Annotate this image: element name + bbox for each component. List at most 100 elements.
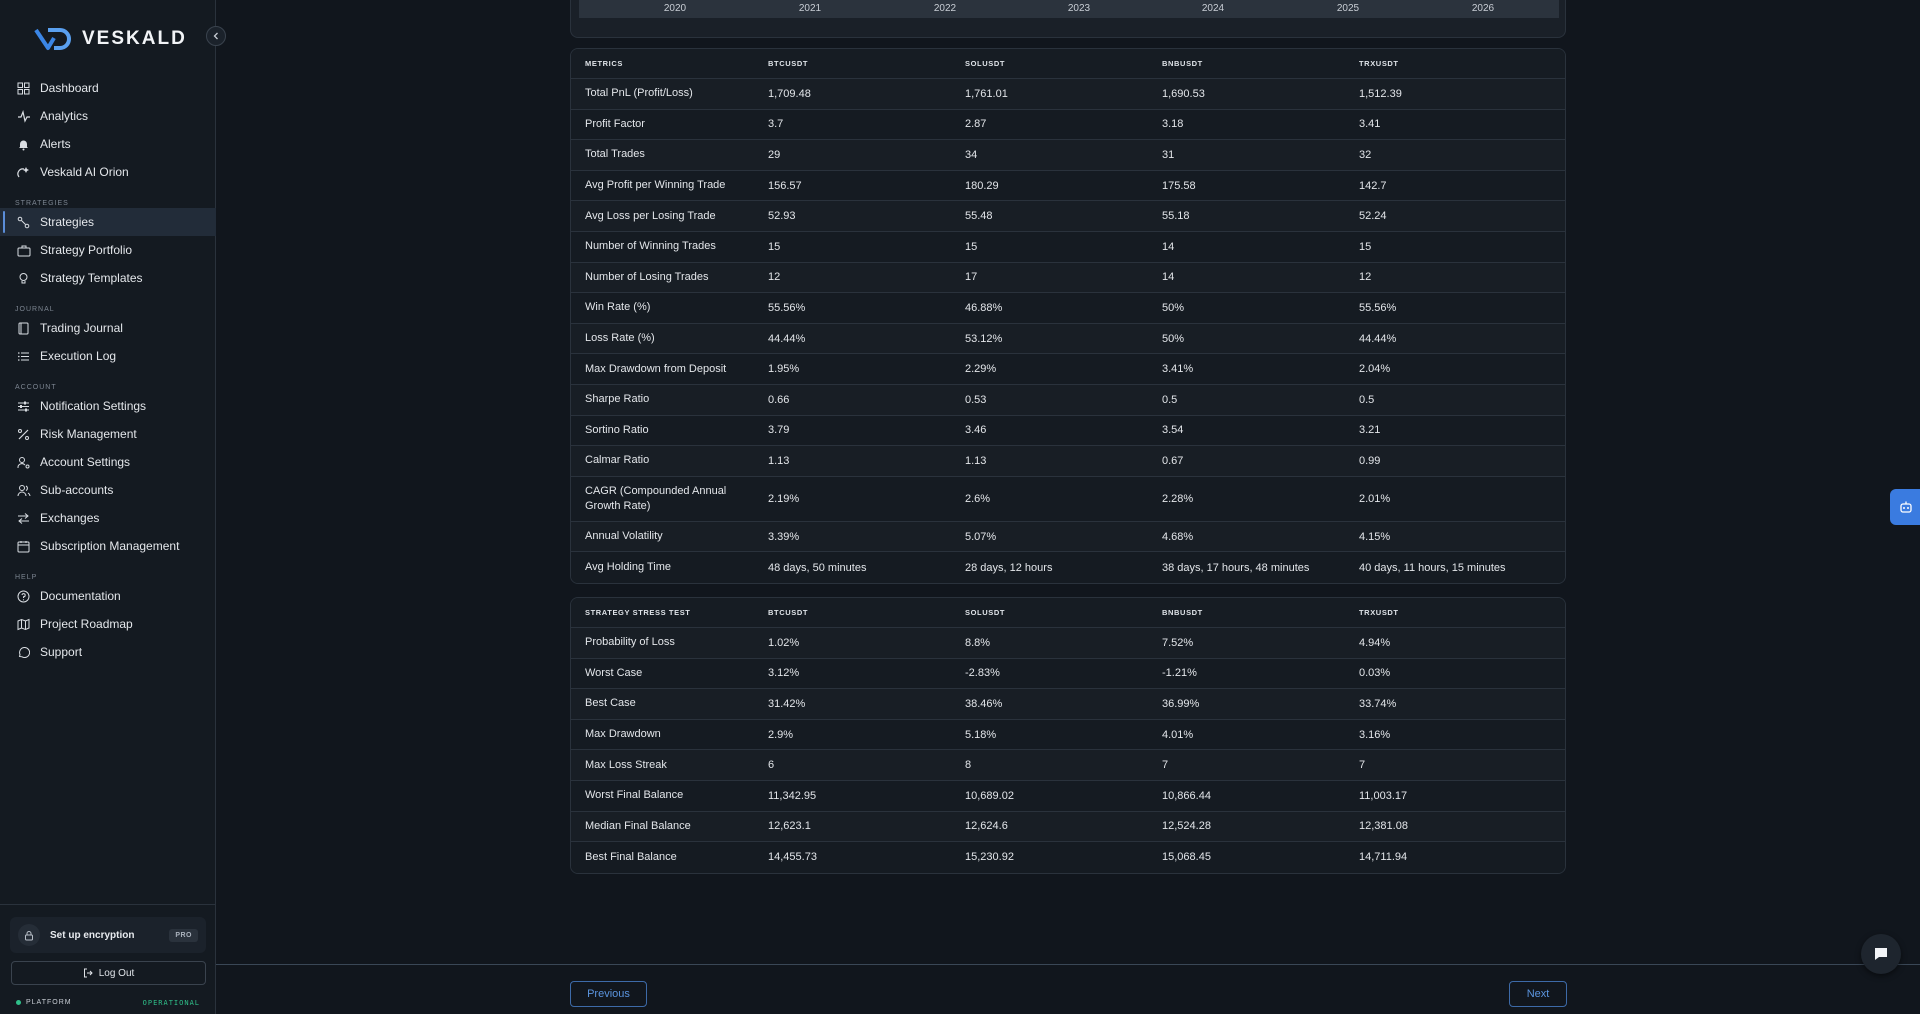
sidebar-item-alerts[interactable]: Alerts	[0, 130, 216, 158]
table-cell: 2.19%	[768, 492, 800, 505]
table-cell: 3.79	[768, 424, 790, 437]
setup-encryption-button[interactable]: Set up encryption PRO	[10, 917, 206, 953]
sidebar-item-subscription-management[interactable]: Subscription Management	[0, 532, 216, 560]
row-label: Best Final Balance	[585, 850, 677, 863]
table-header: METRICS BTCUSDT SOLUSDT BNBUSDT TRXUSDT	[571, 49, 1565, 79]
sidebar-section-help: HELP	[15, 574, 38, 581]
previous-button[interactable]: Previous	[570, 981, 647, 1007]
table-cell: 12,623.1	[768, 820, 811, 833]
sidebar-footer: Set up encryption PRO Log Out PLATFORM O…	[0, 904, 216, 1014]
sidebar-item-documentation[interactable]: Documentation	[0, 582, 216, 610]
table-cell: 29	[768, 148, 781, 161]
table-cell: 28 days, 12 hours	[965, 561, 1053, 574]
calendar-icon	[16, 539, 31, 554]
table-cell: 55.48	[965, 210, 993, 223]
table-row: Max Loss Streak 6 8 7 7	[571, 750, 1565, 781]
next-button[interactable]: Next	[1509, 981, 1567, 1007]
logout-button[interactable]: Log Out	[11, 961, 206, 985]
chat-button[interactable]	[1861, 934, 1901, 974]
table-cell: 3.16%	[1359, 728, 1391, 741]
table-cell: 38.46%	[965, 697, 1003, 710]
briefcase-icon	[16, 243, 31, 258]
sidebar-item-veskald-ai-orion[interactable]: Veskald AI Orion	[0, 158, 216, 186]
table-row: Win Rate (%) 55.56% 46.88% 50% 55.56%	[571, 293, 1565, 324]
sidebar-item-trading-journal[interactable]: Trading Journal	[0, 314, 216, 342]
table-cell: 7	[1162, 759, 1169, 772]
row-label: Max Drawdown	[585, 728, 661, 741]
table-cell: 1.02%	[768, 636, 800, 649]
chart-x-tick-label: 2024	[1201, 3, 1225, 14]
lock-icon	[18, 924, 40, 946]
table-cell: 5.07%	[965, 530, 997, 543]
row-label: Median Final Balance	[585, 819, 691, 832]
table-cell: 3.7	[768, 118, 784, 131]
sidebar-item-risk-management[interactable]: Risk Management	[0, 420, 216, 448]
sidebar-item-strategy-portfolio[interactable]: Strategy Portfolio	[0, 236, 216, 264]
sidebar-item-sub-accounts[interactable]: Sub-accounts	[0, 476, 216, 504]
table-cell: 50%	[1162, 332, 1185, 345]
table-row: Best Final Balance 14,455.73 15,230.92 15,0…	[571, 842, 1565, 873]
table-cell: 14,455.73	[768, 851, 817, 864]
table-cell: 3.46	[965, 424, 987, 437]
brand-name: VESKALD	[82, 28, 187, 49]
table-row: Number of Winning Trades 15 15 14 15	[571, 231, 1565, 263]
table-row: Profit Factor 3.7 2.87 3.18 3.41	[571, 109, 1565, 141]
sidebar-collapse-button[interactable]	[206, 26, 226, 46]
table-body: Total PnL (Profit/Loss) 1,709.48 1,761.01 1…	[571, 79, 1565, 583]
table-row: Best Case 31.42% 38.46% 36.99% 33.74%	[571, 689, 1565, 720]
sidebar-item-dashboard[interactable]: Dashboard	[0, 74, 216, 102]
column-header: METRICS	[585, 59, 623, 68]
sidebar-item-label: Project Roadmap	[40, 617, 133, 631]
table-cell: 12	[768, 271, 781, 284]
column-header: SOLUSDT	[965, 59, 1006, 68]
row-label: Loss Rate (%)	[585, 332, 655, 345]
table-cell: 3.54	[1162, 424, 1184, 437]
sidebar-item-exchanges[interactable]: Exchanges	[0, 504, 216, 532]
table-header: STRATEGY STRESS TEST BTCUSDT SOLUSDT BNBUSD…	[571, 598, 1565, 628]
table-cell: 3.41	[1359, 118, 1381, 131]
chart-x-tick-label: 2025	[1336, 3, 1360, 14]
table-cell: 0.5	[1162, 393, 1178, 406]
sidebar: VESKALD Dashboard Analytics Alerts Veskald …	[0, 0, 226, 1014]
stress-test-table: STRATEGY STRESS TEST BTCUSDT SOLUSDT BNBUSD…	[570, 597, 1566, 874]
table-cell: 32	[1359, 148, 1372, 161]
table-cell: 15	[965, 240, 978, 253]
table-cell: 4.15%	[1359, 530, 1391, 543]
table-cell: 11,342.95	[768, 789, 817, 802]
table-cell: 5.18%	[965, 728, 997, 741]
table-cell: 1,761.01	[965, 87, 1008, 100]
table-cell: 0.99	[1359, 454, 1381, 467]
sidebar-item-execution-log[interactable]: Execution Log	[0, 342, 216, 370]
metrics-table: METRICS BTCUSDT SOLUSDT BNBUSDT TRXUSDT Total…	[570, 48, 1566, 584]
sidebar-section-account: ACCOUNT	[15, 384, 57, 391]
table-cell: 3.21	[1359, 424, 1381, 437]
sidebar-item-analytics[interactable]: Analytics	[0, 102, 216, 130]
help-circle-icon	[16, 589, 31, 604]
sidebar-item-notification-settings[interactable]: Notification Settings	[0, 392, 216, 420]
column-header: BNBUSDT	[1162, 608, 1203, 617]
chart-x-tick-label: 2026	[1471, 3, 1495, 14]
table-cell: 1.13	[768, 454, 790, 467]
ai-assistant-tab[interactable]	[1890, 489, 1920, 525]
sidebar-item-project-roadmap[interactable]: Project Roadmap	[0, 610, 216, 638]
chart-x-tick-label: 2022	[933, 3, 957, 14]
table-row: Number of Losing Trades 12 17 14 12	[571, 262, 1565, 294]
sidebar-item-strategies[interactable]: Strategies	[0, 208, 216, 236]
sidebar-item-label: Sub-accounts	[40, 483, 114, 497]
row-label: Number of Winning Trades	[585, 240, 716, 253]
table-cell: 0.66	[768, 393, 790, 406]
table-row: Sharpe Ratio 0.66 0.53 0.5 0.5	[571, 384, 1565, 416]
table-cell: 1,709.48	[768, 87, 811, 100]
main-content: 2020 2021 2022 2023 2024 2025 2026 METRICS BTCU…	[216, 0, 1920, 1014]
sidebar-item-strategy-templates[interactable]: Strategy Templates	[0, 264, 216, 292]
table-cell: 48 days, 50 minutes	[768, 561, 867, 574]
platform-status-value: OPERATIONAL	[142, 999, 200, 1007]
book-icon	[16, 321, 31, 336]
app-root: VESKALD Dashboard Analytics Alerts Veskald …	[0, 0, 1920, 1014]
sidebar-item-account-settings[interactable]: Account Settings	[0, 448, 216, 476]
table-cell: 0.5	[1359, 393, 1375, 406]
brand-logo[interactable]: VESKALD	[34, 26, 187, 52]
table-cell: 4.68%	[1162, 530, 1194, 543]
sidebar-item-support[interactable]: Support	[0, 638, 216, 666]
row-label: Total PnL (Profit/Loss)	[585, 87, 693, 100]
